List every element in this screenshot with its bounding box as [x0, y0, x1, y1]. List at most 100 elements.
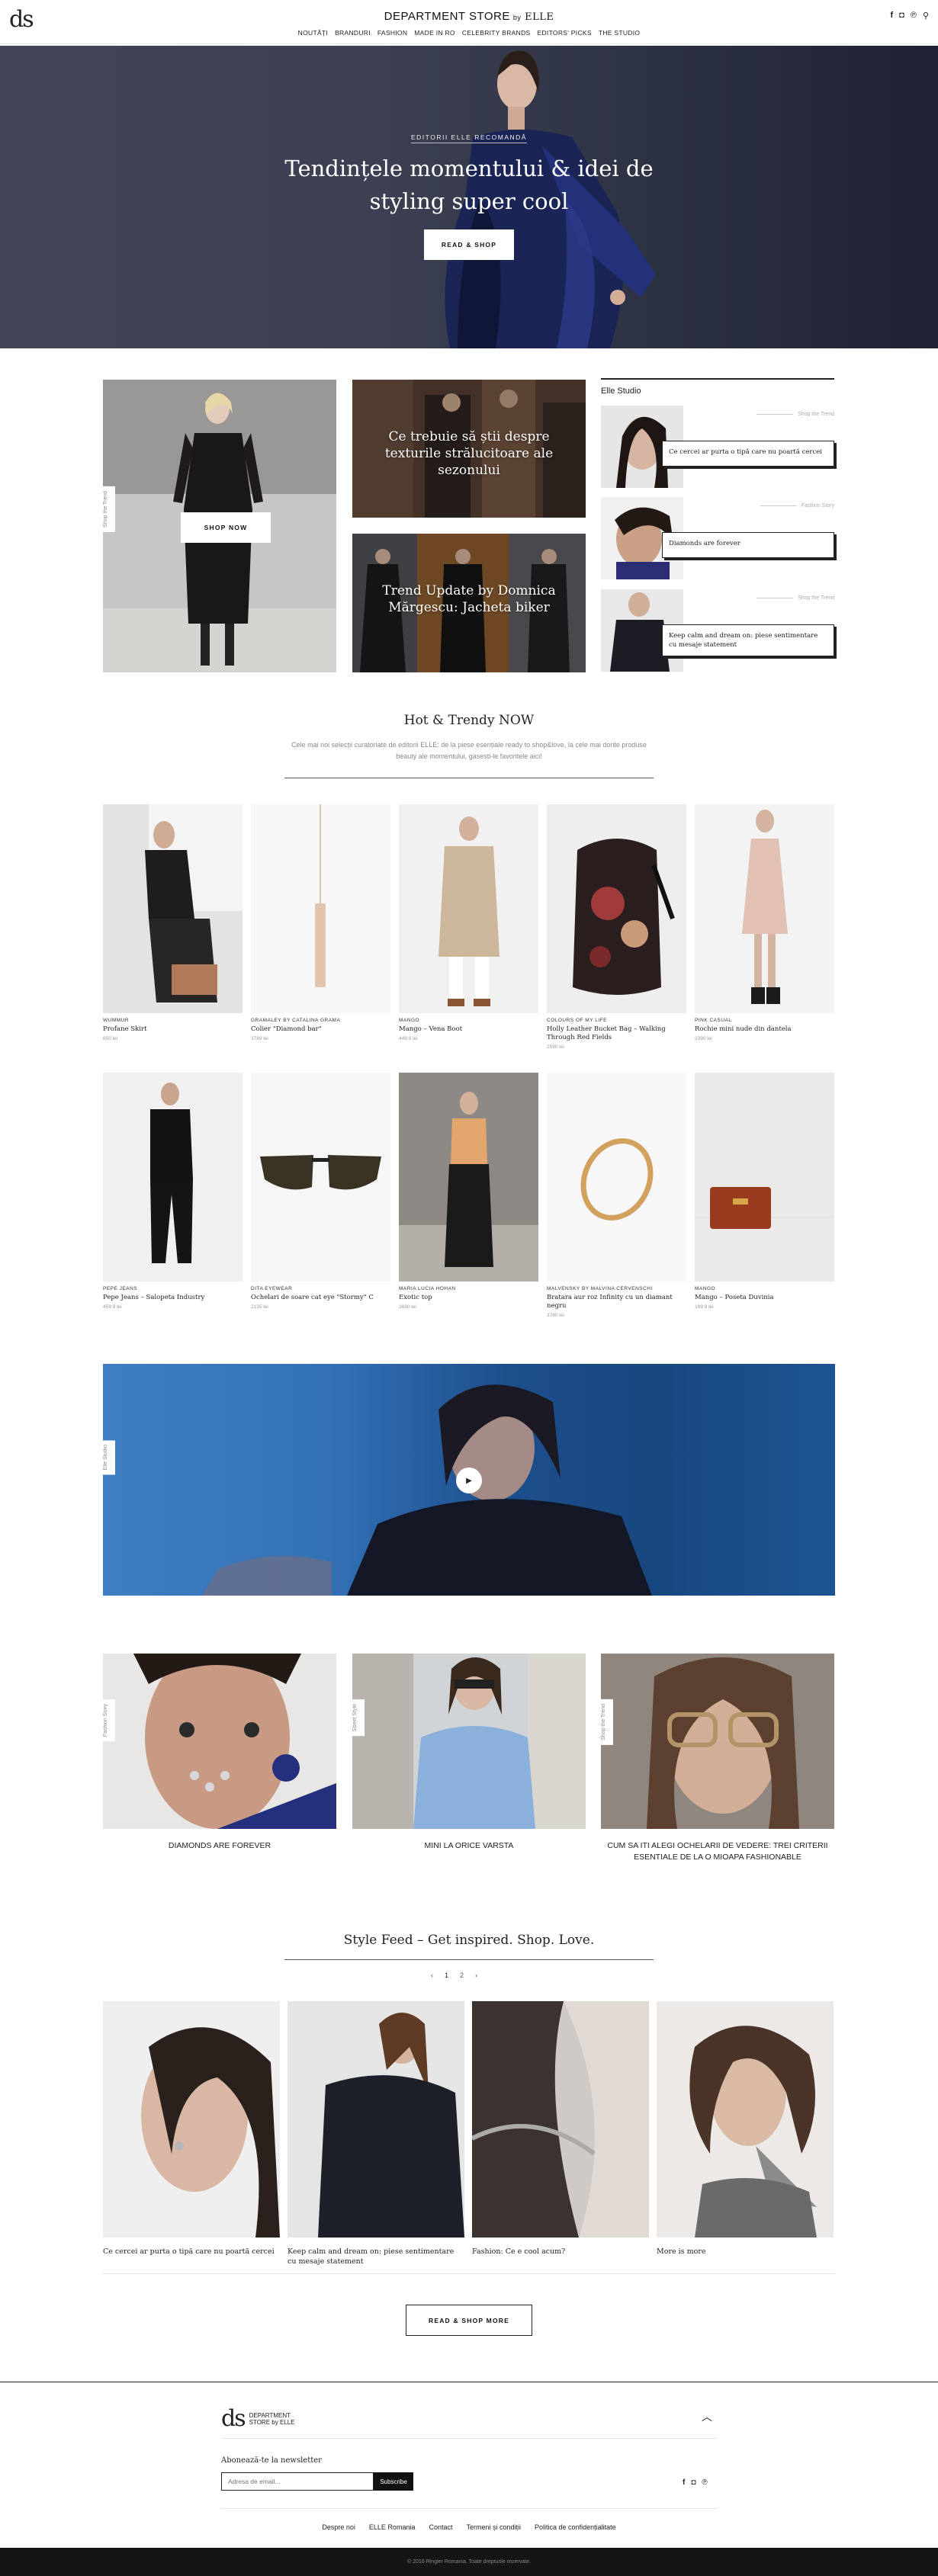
- feature-card[interactable]: Fashion Story DIAMONDS ARE FOREVER: [103, 1654, 336, 1852]
- studio-title: Elle Studio: [601, 387, 641, 396]
- product-image[interactable]: [103, 1073, 243, 1282]
- product-card[interactable]: MALVENSKY BY MALVINA CERVENSCHI Bratara …: [547, 1073, 686, 1318]
- product-card[interactable]: PINK CASUAL Rochie mini nude din dantela…: [695, 804, 834, 1041]
- nav-item-made-in-ro[interactable]: MADE IN RO: [414, 29, 455, 37]
- footer-link-confidentialitate[interactable]: Politica de confidențialitate: [535, 2523, 616, 2531]
- search-icon[interactable]: ⚲: [923, 11, 929, 21]
- footer-logo-line1: DEPARTMENT: [249, 2411, 291, 2419]
- feed-card[interactable]: Fashion: Ce e cool acum?: [472, 2001, 649, 2257]
- play-icon[interactable]: ▶: [456, 1468, 482, 1493]
- product-name[interactable]: Pepe Jeans – Salopeta Industry: [103, 1294, 243, 1302]
- feed-text[interactable]: Ce cercei ar purta o tipă care nu poartă…: [103, 2247, 280, 2257]
- product-image[interactable]: [695, 804, 834, 1013]
- feature-caption[interactable]: DIAMONDS ARE FOREVER: [103, 1840, 336, 1852]
- feed-text[interactable]: Fashion: Ce e cool acum?: [472, 2247, 649, 2257]
- footer-link-despre-noi[interactable]: Despre noi: [322, 2523, 355, 2531]
- feature-caption[interactable]: CUM SA ITI ALEGI OCHELARII DE VEDERE: TR…: [601, 1840, 834, 1863]
- product-price: 459.9 lei: [103, 1304, 122, 1310]
- feature-image[interactable]: Shop the Trend: [601, 1654, 834, 1829]
- product-image[interactable]: [251, 804, 390, 1013]
- product-card[interactable]: COLOURS OF MY LIFE Holly Leather Bucket …: [547, 804, 686, 1050]
- studio-item-text[interactable]: Ce cercei ar purta o tipă care nu poartă…: [662, 441, 834, 467]
- product-image[interactable]: [399, 1073, 538, 1282]
- product-card[interactable]: DITA EYEWEAR Ochelari de soare cat eye "…: [251, 1073, 390, 1310]
- hero-read-shop-button[interactable]: READ & SHOP: [424, 229, 514, 260]
- feature-card[interactable]: Street Style MINI LA ORICE VARSTA: [352, 1654, 586, 1852]
- hero-title[interactable]: Tendințele momentului & idei de styling …: [267, 152, 671, 218]
- subscribe-button[interactable]: Subscribe: [374, 2472, 413, 2491]
- product-card[interactable]: MARIA LUCIA HOHAN Exotic top 3690 lei: [399, 1073, 538, 1310]
- product-card[interactable]: WUMMUR Profane Skirt 850 lei: [103, 804, 243, 1041]
- nav-item-branduri[interactable]: BRANDURI: [335, 29, 371, 37]
- nav-item-editors-picks[interactable]: EDITORS' PICKS: [538, 29, 592, 37]
- feature-caption[interactable]: MINI LA ORICE VARSTA: [352, 1840, 586, 1852]
- studio-item[interactable]: Shop the Trend Keep calm and dream on: p…: [601, 589, 834, 672]
- feed-image[interactable]: [657, 2001, 834, 2238]
- nav-item-the-studio[interactable]: THE STUDIO: [599, 29, 640, 37]
- feed-card[interactable]: Keep calm and dream on: piese sentimenta…: [288, 2001, 464, 2266]
- footer-link-contact[interactable]: Contact: [429, 2523, 452, 2531]
- newsletter-email-input[interactable]: [221, 2472, 374, 2491]
- product-name[interactable]: Colier "Diamond bar": [251, 1025, 390, 1034]
- product-image[interactable]: [695, 1073, 834, 1282]
- product-name[interactable]: Ochelari de soare cat eye "Stormy" C: [251, 1294, 390, 1302]
- studio-item[interactable]: Shop the Trend Ce cercei ar purta o tipă…: [601, 406, 834, 488]
- product-card[interactable]: PEPE JEANS Pepe Jeans – Salopeta Industr…: [103, 1073, 243, 1310]
- nav-item-fashion[interactable]: FASHION: [377, 29, 407, 37]
- product-name[interactable]: Profane Skirt: [103, 1025, 243, 1034]
- mosaic-left-tile[interactable]: Shop the Trend SHOP NOW: [103, 380, 336, 672]
- pager-next[interactable]: ›: [475, 1971, 477, 1979]
- facebook-icon[interactable]: f: [683, 2478, 685, 2487]
- product-name[interactable]: Mango – Poseta Duvinia: [695, 1294, 834, 1302]
- feed-card[interactable]: More is more: [657, 2001, 834, 2257]
- footer-copyright: © 2016 Ringier Romania. Toate drepturile…: [0, 2548, 938, 2576]
- mosaic-bottom-tile[interactable]: Trend Update by Domnica Mărgescu: Jachet…: [352, 534, 586, 672]
- product-card[interactable]: GRAMALEY BY CATALINA GRAMA Colier "Diamo…: [251, 804, 390, 1041]
- product-image[interactable]: [547, 804, 686, 1013]
- pager-page-1[interactable]: 1: [445, 1971, 448, 1979]
- feed-text[interactable]: More is more: [657, 2247, 834, 2257]
- product-image[interactable]: [399, 804, 538, 1013]
- nav-item-celebrity-brands[interactable]: CELEBRITY BRANDS: [462, 29, 531, 37]
- instagram-icon[interactable]: ◘: [899, 11, 904, 21]
- instagram-icon[interactable]: ◘: [691, 2478, 695, 2487]
- product-name[interactable]: Rochie mini nude din dantela: [695, 1025, 834, 1034]
- mosaic-top-tile[interactable]: Ce trebuie să știi despre texturile stră…: [352, 380, 586, 518]
- pager-page-2[interactable]: 2: [460, 1971, 464, 1979]
- studio-item[interactable]: Fashion Story Diamonds are forever: [601, 497, 834, 579]
- footer-logo[interactable]: ds DEPARTMENT STORE by ELLE: [221, 2405, 295, 2432]
- product-name[interactable]: Exotic top: [399, 1294, 538, 1302]
- pager-prev[interactable]: ‹: [431, 1971, 433, 1979]
- feed-image[interactable]: [103, 2001, 280, 2238]
- footer-link-elle-romania[interactable]: ELLE Romania: [369, 2523, 416, 2531]
- feed-image[interactable]: [288, 2001, 464, 2238]
- feed-text[interactable]: Keep calm and dream on: piese sentimenta…: [288, 2247, 464, 2266]
- studio-item-text[interactable]: Keep calm and dream on: piese sentimenta…: [662, 624, 834, 656]
- feed-card[interactable]: Ce cercei ar purta o tipă care nu poartă…: [103, 2001, 280, 2257]
- feed-image[interactable]: [472, 2001, 649, 2238]
- footer-link-termeni[interactable]: Termeni și condiții: [467, 2523, 522, 2531]
- video-banner[interactable]: Elle Studio ▶: [103, 1364, 835, 1596]
- shop-now-button[interactable]: SHOP NOW: [181, 512, 271, 543]
- facebook-icon[interactable]: f: [891, 11, 894, 21]
- product-image[interactable]: [251, 1073, 390, 1282]
- hero-banner[interactable]: EDITORII ELLE RECOMANDĂ Tendințele momen…: [0, 46, 938, 348]
- feature-image[interactable]: Fashion Story: [103, 1654, 336, 1829]
- brand-wordmark[interactable]: DEPARTMENT STORE by ELLE: [384, 10, 554, 23]
- read-shop-more-button[interactable]: READ & SHOP MORE: [406, 2305, 532, 2336]
- product-card[interactable]: MANGO Mango – Poseta Duvinia 199.9 lei: [695, 1073, 834, 1310]
- feature-card[interactable]: Shop the Trend CUM SA ITI ALEGI OCHELARI…: [601, 1654, 834, 1863]
- studio-item-text[interactable]: Diamonds are forever: [662, 532, 834, 558]
- product-name[interactable]: Bratara aur roz Infinity cu un diamant n…: [547, 1294, 686, 1310]
- product-price: 2390 lei: [695, 1036, 712, 1041]
- pinterest-icon[interactable]: ℗: [911, 11, 917, 21]
- product-image[interactable]: [103, 804, 243, 1013]
- feature-image[interactable]: Street Style: [352, 1654, 586, 1829]
- product-name[interactable]: Holly Leather Bucket Bag – Walking Throu…: [547, 1025, 686, 1042]
- pinterest-icon[interactable]: ℗: [702, 2478, 707, 2487]
- chevron-up-icon[interactable]: ︿: [702, 2409, 712, 2424]
- product-image[interactable]: [547, 1073, 686, 1282]
- product-name[interactable]: Mango – Vena Boot: [399, 1025, 538, 1034]
- product-card[interactable]: MANGO Mango – Vena Boot 449.9 lei: [399, 804, 538, 1041]
- nav-item-noutati[interactable]: NOUTĂȚI: [298, 29, 328, 37]
